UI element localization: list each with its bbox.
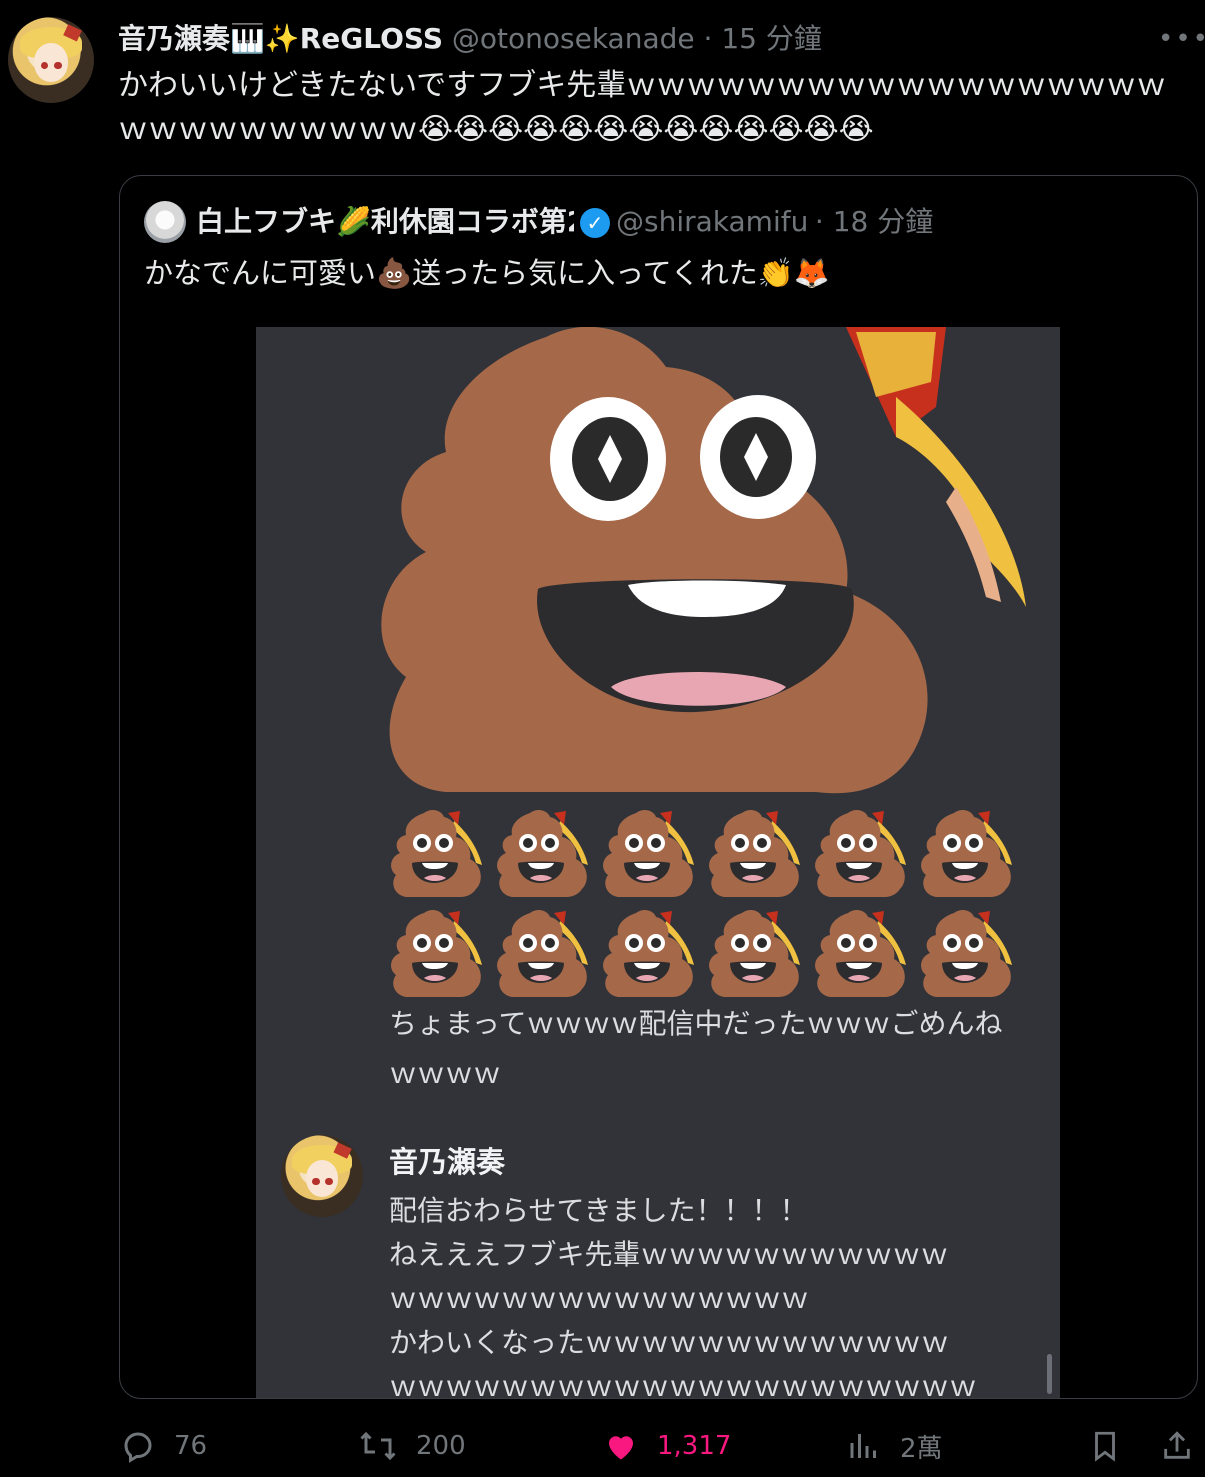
small-poop-emoji xyxy=(921,910,1012,997)
tweet-author-line: 音乃瀬奏🎹✨ReGLOSS @otonosekanade · 15 分鐘 xyxy=(118,20,822,58)
avatar-face xyxy=(305,1159,339,1198)
chat-scrollbar[interactable] xyxy=(1047,1354,1052,1394)
quote-author-line: 白上フブキ🌽利休園コラボ第2弾「黒きつね」✓@shirakamifubuki ·… xyxy=(196,198,1176,246)
views-icon xyxy=(850,1434,876,1458)
big-poop-emoji xyxy=(381,327,1026,794)
tweet-text: かわいいけどきたないですフブキ先輩ｗｗｗｗｗｗｗｗｗｗｗｗｗｗｗｗｗｗｗｗｗｗｗ… xyxy=(118,68,1167,147)
views-count: 2萬 xyxy=(900,1433,943,1464)
avatar-eye xyxy=(312,1177,320,1185)
meta-separator: · xyxy=(694,22,722,55)
small-poop-emoji xyxy=(603,810,694,897)
retweet-icon xyxy=(360,1431,396,1461)
small-poop-emoji xyxy=(391,910,482,997)
chat-line: ねえええフブキ先輩ｗｗｗｗｗｗｗｗｗｗｗ xyxy=(389,1238,949,1271)
chat-message-1: ちょまってｗｗｗｗ配信中だったｗｗｗごめんねｗｗｗｗ xyxy=(389,1007,1003,1090)
poop-body xyxy=(381,327,928,794)
quote-text: かなでんに可愛い💩送ったら気に入ってくれた👏🦊 xyxy=(144,256,831,290)
avatar-eye xyxy=(325,1177,333,1185)
small-poop-emoji xyxy=(815,810,906,897)
retweet-button[interactable]: 200 xyxy=(358,1420,466,1472)
more-icon[interactable]: ••• xyxy=(1158,24,1205,54)
verified-icon: ✓ xyxy=(580,208,610,238)
share-icon xyxy=(1164,1431,1190,1459)
quote-author-handle[interactable]: @shirakamifubuki xyxy=(616,198,806,246)
quote-media-image[interactable]: ちょまってｗｗｗｗ配信中だったｗｗｗごめんねｗｗｗｗ 音乃瀬奏 配信おわらせてき… xyxy=(256,327,1060,1398)
small-poop-emoji xyxy=(709,810,800,897)
quote-author-name[interactable]: 白上フブキ🌽利休園コラボ第2弾「黒きつね」 xyxy=(196,198,574,246)
chat-user-avatar xyxy=(281,1135,363,1217)
author-avatar[interactable] xyxy=(8,17,94,103)
small-poop-emoji xyxy=(497,810,588,897)
hair-ribbon-decoration xyxy=(846,327,1026,607)
author-handle[interactable]: @otonosekanade xyxy=(452,22,695,55)
bookmark-icon xyxy=(1095,1431,1115,1462)
retweet-count: 200 xyxy=(416,1431,466,1461)
author-name[interactable]: 音乃瀬奏🎹✨ReGLOSS xyxy=(118,22,443,55)
small-poop-emoji xyxy=(497,910,588,997)
quoted-tweet[interactable]: 白上フブキ🌽利休園コラボ第2弾「黒きつね」✓@shirakamifubuki ·… xyxy=(119,175,1198,1399)
small-poop-emoji xyxy=(815,910,906,997)
chat-line: 配信おわらせてきました！！！！ xyxy=(389,1194,808,1227)
reply-icon xyxy=(124,1432,152,1463)
like-icon xyxy=(609,1436,633,1460)
quote-time[interactable]: 18 分鐘 xyxy=(833,205,934,238)
small-poop-emoji xyxy=(603,910,694,997)
quote-separator: · xyxy=(806,205,833,238)
reply-count: 76 xyxy=(174,1431,208,1461)
tweet-action-bar: 76 200 1,317 2萬 xyxy=(0,1420,1205,1477)
chat-line: ｗｗｗｗｗｗｗｗｗｗｗｗｗｗｗｗｗｗｗｗｗ xyxy=(389,1370,978,1398)
quote-author-avatar[interactable] xyxy=(144,201,186,243)
tweet-time[interactable]: 15 分鐘 xyxy=(721,22,822,55)
like-count: 1,317 xyxy=(657,1431,732,1461)
chat-line: ｗｗｗｗｗｗｗｗｗｗｗｗｗｗｗ xyxy=(389,1282,810,1315)
chat-user-name: 音乃瀬奏 xyxy=(389,1145,506,1179)
small-poop-emoji xyxy=(921,810,1012,897)
reply-button[interactable]: 76 xyxy=(120,1420,207,1472)
share-button[interactable] xyxy=(1160,1420,1205,1472)
small-poop-emoji xyxy=(391,810,482,897)
views-button[interactable]: 2萬 xyxy=(846,1420,943,1472)
bookmark-button[interactable] xyxy=(1088,1420,1140,1472)
small-poop-emoji xyxy=(709,910,800,997)
avatar-face xyxy=(33,42,69,83)
chat-message-2: 配信おわらせてきました！！！！ ねえええフブキ先輩ｗｗｗｗｗｗｗｗｗｗｗ ｗｗｗ… xyxy=(389,1189,1029,1398)
chat-line: かわいくなったｗｗｗｗｗｗｗｗｗｗｗｗｗ xyxy=(389,1326,950,1359)
like-button[interactable]: 1,317 xyxy=(603,1420,731,1472)
